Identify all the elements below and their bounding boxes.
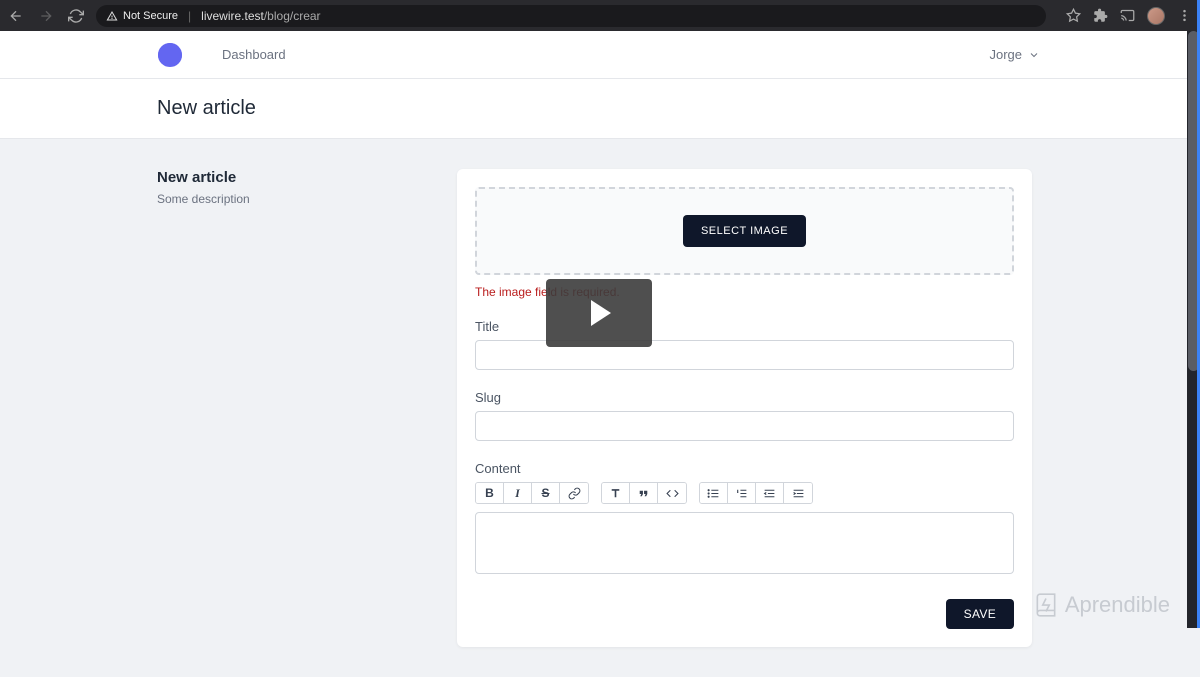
link-button[interactable] bbox=[560, 483, 588, 503]
section-description: Some description bbox=[157, 192, 417, 206]
form-card: SELECT IMAGE The image field is required… bbox=[457, 169, 1032, 647]
nav-controls bbox=[8, 8, 84, 24]
outdent-button[interactable] bbox=[756, 483, 784, 503]
strike-button[interactable]: S bbox=[532, 483, 560, 503]
menu-icon[interactable] bbox=[1177, 8, 1192, 23]
content-editor[interactable] bbox=[475, 512, 1014, 574]
video-play-overlay[interactable] bbox=[546, 279, 652, 347]
profile-avatar[interactable] bbox=[1147, 7, 1165, 25]
play-icon bbox=[591, 300, 611, 326]
numbered-list-button[interactable] bbox=[728, 483, 756, 503]
app-logo[interactable] bbox=[158, 43, 182, 67]
editor-toolbar: B I S bbox=[475, 482, 1014, 504]
bold-button[interactable]: B bbox=[476, 483, 504, 503]
select-image-button[interactable]: SELECT IMAGE bbox=[683, 215, 806, 247]
page-header: New article bbox=[0, 79, 1200, 139]
chevron-down-icon bbox=[1028, 49, 1040, 61]
cast-icon[interactable] bbox=[1120, 8, 1135, 23]
heading-button[interactable] bbox=[602, 483, 630, 503]
top-nav: Dashboard Jorge bbox=[0, 31, 1200, 79]
main-content: New article Some description SELECT IMAG… bbox=[0, 139, 1200, 677]
code-button[interactable] bbox=[658, 483, 686, 503]
italic-button[interactable]: I bbox=[504, 483, 532, 503]
user-name: Jorge bbox=[989, 47, 1022, 62]
browser-actions bbox=[1066, 7, 1192, 25]
watermark: Aprendible bbox=[1033, 592, 1170, 618]
security-warning: Not Secure bbox=[106, 10, 178, 22]
watermark-icon bbox=[1033, 592, 1059, 618]
nav-dashboard[interactable]: Dashboard bbox=[222, 47, 286, 62]
url-text: livewire.test/blog/crear bbox=[201, 9, 320, 23]
extensions-icon[interactable] bbox=[1093, 8, 1108, 23]
star-icon[interactable] bbox=[1066, 8, 1081, 23]
user-dropdown[interactable]: Jorge bbox=[989, 47, 1040, 62]
save-button[interactable]: SAVE bbox=[946, 599, 1014, 629]
slug-input[interactable] bbox=[475, 411, 1014, 441]
section-info: New article Some description bbox=[157, 169, 417, 647]
image-dropzone[interactable]: SELECT IMAGE bbox=[475, 187, 1014, 275]
bullet-list-button[interactable] bbox=[700, 483, 728, 503]
indent-button[interactable] bbox=[784, 483, 812, 503]
slug-label: Slug bbox=[475, 390, 1014, 405]
content-label: Content bbox=[475, 461, 1014, 476]
security-label: Not Secure bbox=[123, 10, 178, 22]
back-icon[interactable] bbox=[8, 8, 24, 24]
section-heading: New article bbox=[157, 169, 417, 186]
reload-icon[interactable] bbox=[68, 8, 84, 24]
url-bar[interactable]: Not Secure | livewire.test/blog/crear bbox=[96, 5, 1046, 27]
browser-chrome: Not Secure | livewire.test/blog/crear bbox=[0, 0, 1200, 31]
page-title: New article bbox=[157, 97, 1200, 120]
quote-button[interactable] bbox=[630, 483, 658, 503]
forward-icon[interactable] bbox=[38, 8, 54, 24]
watermark-text: Aprendible bbox=[1065, 592, 1170, 618]
